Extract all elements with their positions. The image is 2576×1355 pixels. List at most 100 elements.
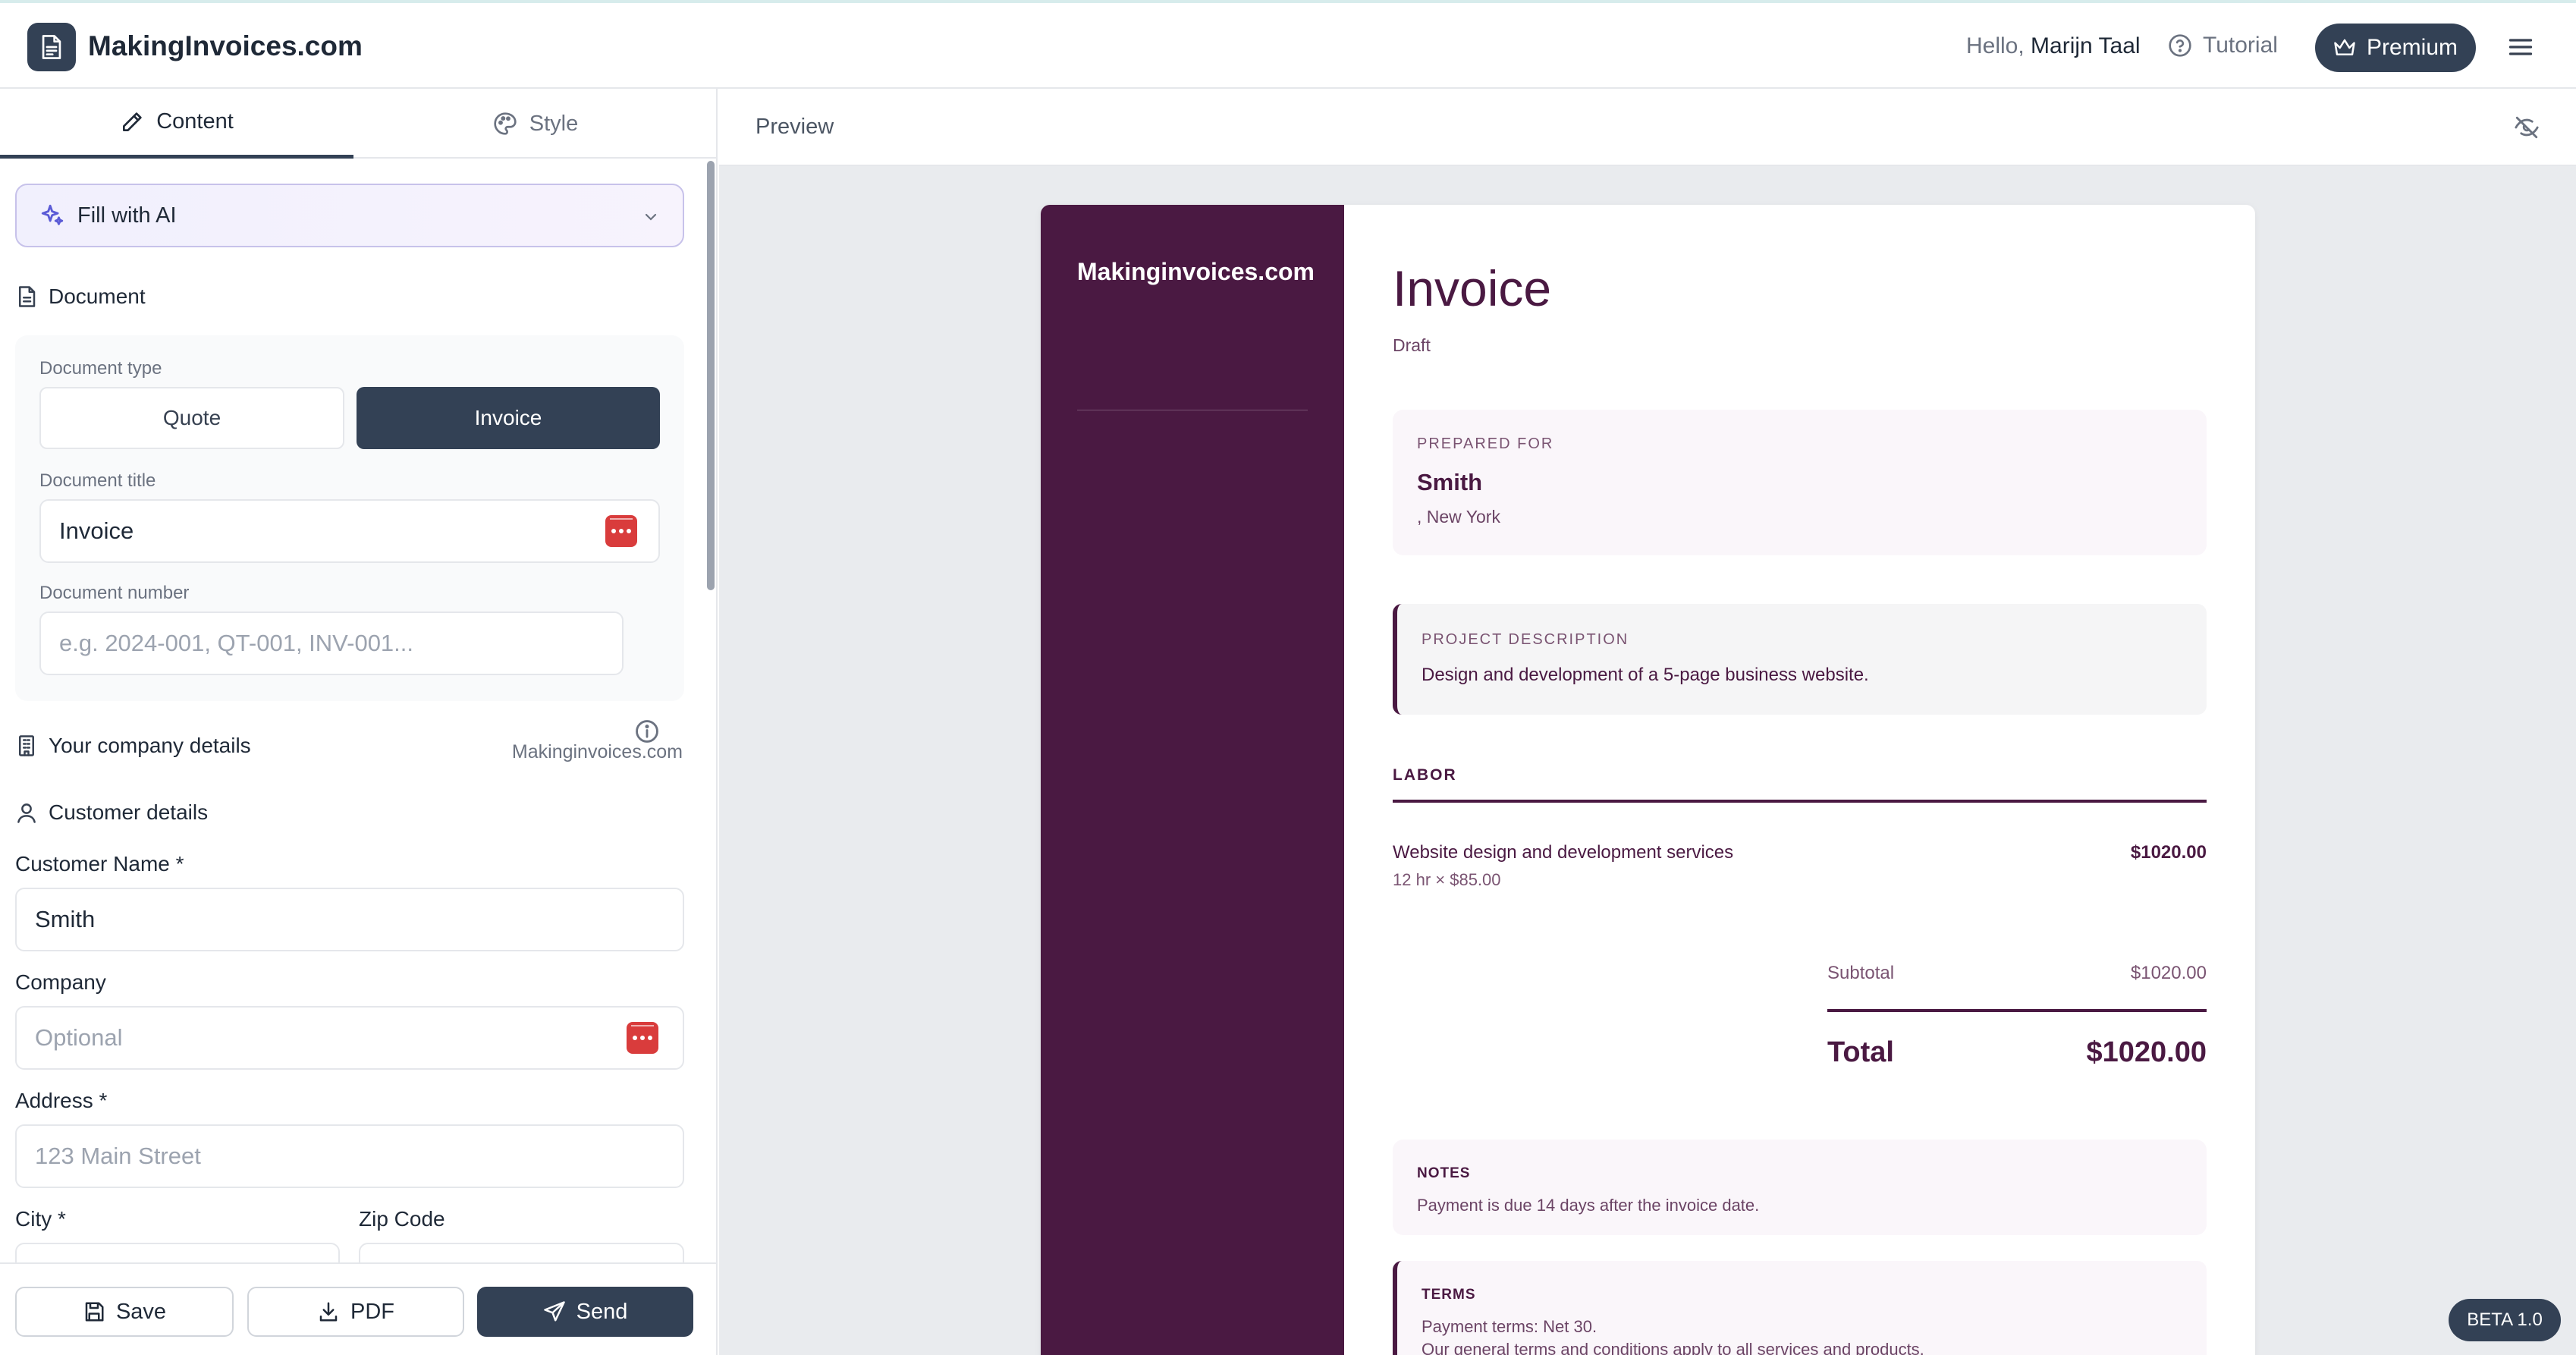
password-manager-icon[interactable] [627,1022,658,1054]
tab-content[interactable]: Content [0,89,353,159]
app-logo-icon[interactable] [27,23,76,71]
line-item-detail: 12 hr × $85.00 [1393,870,1501,889]
pencil-icon [123,112,142,131]
preview-panel: Preview Makinginvoices.com Invoice Draft… [719,89,2576,1355]
total-label: Total [1827,1036,1894,1068]
labor-heading: LABOR [1393,766,1457,784]
prepared-for-box: PREPARED FOR Smith , New York [1393,410,2207,555]
send-icon [543,1301,565,1322]
user-name: Marijn Taal [2031,33,2141,58]
company-label: Company [15,970,106,994]
terms-line-1: Payment terms: Net 30. [1422,1317,1597,1336]
project-description-label: PROJECT DESCRIPTION [1422,631,1629,648]
terms-box: TERMS Payment terms: Net 30. Our general… [1393,1261,2207,1355]
preview-header: Preview [719,89,2576,166]
tab-style[interactable]: Style [353,89,716,159]
download-icon [319,1302,338,1322]
quote-type-button[interactable]: Quote [39,387,344,449]
total-value: $1020.00 [2086,1036,2207,1068]
terms-label: TERMS [1422,1287,1476,1303]
invoice-status: Draft [1393,335,1431,355]
subtotal-label: Subtotal [1827,963,1895,983]
editor-panel: Content Style Fill with AI Document Docu… [0,89,718,1355]
company-input[interactable]: Optional [15,1006,684,1070]
project-description-text: Design and development of a 5-page busin… [1422,665,1869,685]
premium-label: Premium [2366,35,2458,60]
customer-section-header[interactable]: Customer details [15,800,208,825]
prepared-for-name: Smith [1417,469,1483,495]
save-icon [85,1302,104,1322]
password-manager-icon[interactable] [605,515,637,547]
premium-button[interactable]: Premium [2315,24,2476,72]
prepared-for-label: PREPARED FOR [1417,435,1554,452]
sparkles-icon [41,204,64,225]
help-circle-icon [2169,34,2191,57]
labor-divider [1393,800,2207,803]
app-root: MakingInvoices.com Hello, Marijn Taal Tu… [0,0,2576,1355]
document-number-label: Document number [39,583,190,603]
notes-label: NOTES [1417,1165,1471,1181]
zip-code-label: Zip Code [359,1207,445,1231]
document-section-header[interactable]: Document [15,285,146,309]
editor-scrollbar[interactable] [707,161,715,590]
document-icon [19,286,36,307]
editor-tabs: Content Style [0,89,716,159]
company-section-header[interactable]: Your company details [15,734,251,758]
company-placeholder: Optional [35,1024,123,1051]
preview-title: Preview [756,115,834,139]
address-input[interactable]: 123 Main Street [15,1124,684,1188]
document-title-value: Invoice [59,517,134,544]
notes-box: NOTES Payment is due 14 days after the i… [1393,1140,2207,1235]
document-type-label: Document type [39,358,162,379]
invoice-title: Invoice [1393,260,1552,316]
city-label: City * [15,1207,66,1231]
palette-icon [494,112,517,135]
pdf-button[interactable]: PDF [247,1287,464,1337]
tutorial-label: Tutorial [2203,33,2278,58]
action-bar: Save PDF Send [0,1262,716,1355]
document-card: Document type Quote Invoice Document tit… [15,335,684,701]
eye-off-icon[interactable] [2514,115,2540,140]
fill-with-ai-dropdown[interactable]: Fill with AI [15,184,684,247]
hamburger-menu-icon[interactable] [2506,33,2535,61]
save-button[interactable]: Save [15,1287,234,1337]
company-section-value: Makinginvoices.com [511,741,683,762]
prepared-for-location: , New York [1417,507,1500,527]
pdf-label: PDF [350,1299,394,1324]
line-item-description: Website design and development services [1393,842,1734,863]
beta-badge[interactable]: BETA 1.0 [2449,1299,2561,1341]
save-label: Save [115,1299,167,1324]
tutorial-link[interactable]: Tutorial [2168,29,2278,62]
user-greeting: Hello, Marijn Taal [1966,33,2141,59]
tab-style-label: Style [529,111,579,136]
top-bar: MakingInvoices.com Hello, Marijn Taal Tu… [0,0,2576,89]
total-divider [1827,1009,2207,1012]
line-item-amount: $1020.00 [2130,842,2207,863]
customer-name-label: Customer Name * [15,852,184,876]
send-label: Send [576,1299,628,1324]
notes-text: Payment is due 14 days after the invoice… [1417,1196,1760,1215]
user-icon [17,803,36,823]
invoice-document: Makinginvoices.com Invoice Draft PREPARE… [1041,205,2255,1355]
crown-icon [2334,39,2355,55]
project-description-box: PROJECT DESCRIPTION Design and developme… [1393,604,2207,715]
building-icon [19,735,34,756]
document-title-label: Document title [39,470,156,491]
chevron-down-icon [645,213,657,221]
info-icon[interactable] [634,718,660,744]
document-title-input[interactable]: Invoice [39,499,660,563]
fill-with-ai-label: Fill with AI [77,203,177,228]
send-button[interactable]: Send [477,1287,693,1337]
customer-section-title: Customer details [49,800,209,824]
terms-line-2: Our general terms and conditions apply t… [1422,1340,1924,1355]
invoice-sidebar: Makinginvoices.com [1041,205,1344,1355]
company-section-title: Your company details [49,734,251,757]
invoice-type-button[interactable]: Invoice [357,387,660,449]
tab-content-label: Content [156,109,234,134]
subtotal-value: $1020.00 [2130,963,2207,983]
address-label: Address * [15,1089,108,1112]
document-number-input[interactable]: e.g. 2024-001, QT-001, INV-001... [39,611,624,675]
document-section-title: Document [49,285,146,308]
customer-name-input[interactable]: Smith [15,888,684,951]
app-brand-name[interactable]: MakingInvoices.com [88,30,363,62]
